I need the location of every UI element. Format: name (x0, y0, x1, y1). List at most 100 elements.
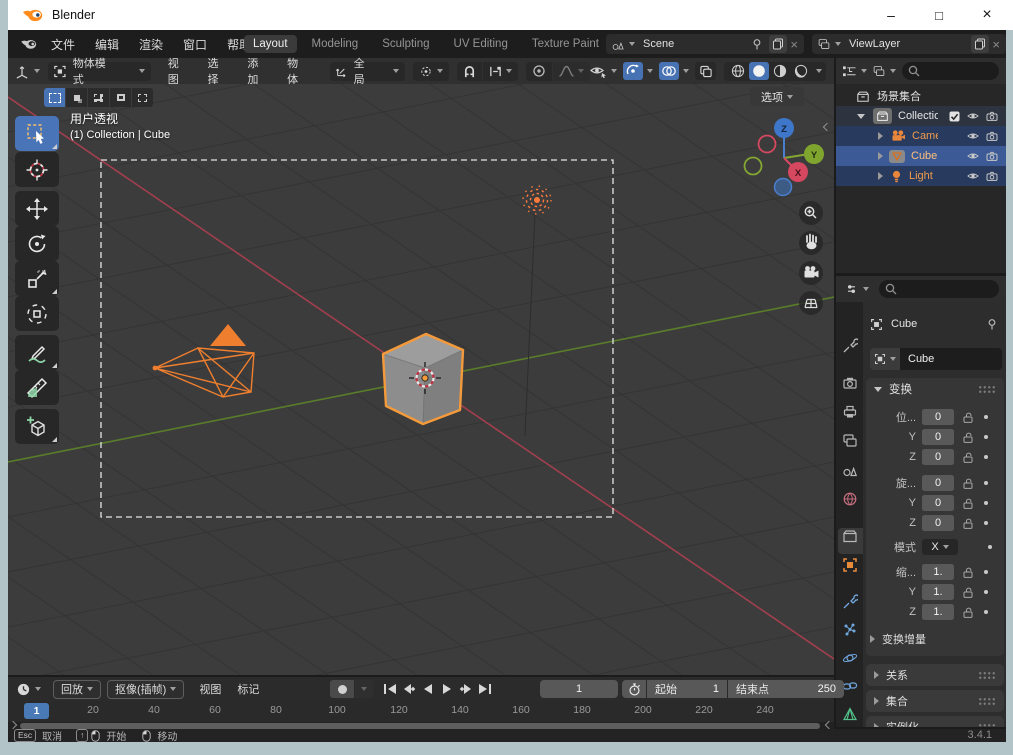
workspace-tab-modeling[interactable]: Modeling (303, 35, 368, 53)
perspective-toggle-button[interactable] (799, 291, 823, 315)
cube-hide-toggle[interactable] (967, 151, 979, 161)
tab-render[interactable] (842, 375, 858, 391)
tool-select-box[interactable] (15, 116, 59, 151)
menu-window[interactable]: 窗口 (178, 36, 212, 53)
select-mode-invert[interactable] (110, 88, 131, 107)
scale-y-field[interactable]: 1. (922, 584, 954, 600)
location-y-field[interactable]: 0 (922, 429, 954, 445)
scene-selector[interactable]: Scene × (606, 34, 804, 54)
lock-icon[interactable] (962, 477, 974, 489)
scale-x-field[interactable]: 1. (922, 564, 954, 580)
tab-scene[interactable] (842, 462, 858, 478)
timeline-menu-view[interactable]: 视图 (194, 681, 226, 697)
animate-dot-icon[interactable] (980, 451, 992, 463)
outliner-editor-type[interactable] (842, 65, 867, 78)
proportional-editing-toggle[interactable] (526, 61, 553, 81)
jump-to-end-button[interactable] (475, 680, 494, 698)
animate-dot-icon[interactable] (980, 517, 992, 529)
delta-transform-subpanel[interactable]: 变换增量 (870, 628, 1000, 650)
snap-toggle[interactable] (457, 61, 483, 81)
timeline-expand-right-arrow[interactable] (824, 720, 834, 730)
collection-row[interactable]: Collection (836, 106, 1006, 126)
lock-icon[interactable] (962, 431, 974, 443)
viewport-menu-object[interactable]: 物体 (282, 55, 312, 87)
gizmo-axis-neg-z[interactable] (773, 177, 793, 197)
mode-selector[interactable]: 物体模式 (48, 58, 151, 86)
outliner-row-camera[interactable]: Camera (836, 126, 1006, 146)
collection-expand-arrow[interactable] (857, 113, 865, 119)
instancing-panel[interactable]: 实例化 (866, 716, 1004, 727)
frame-end-field[interactable]: 结束点 250 (728, 680, 844, 698)
tab-constraints[interactable] (842, 678, 858, 694)
maximize-button[interactable]: □ (915, 8, 963, 23)
minimize-button[interactable]: – (867, 7, 915, 23)
animate-dot-icon[interactable] (980, 411, 992, 423)
select-mode-new[interactable] (44, 88, 65, 107)
unlink-scene-button[interactable]: × (790, 37, 798, 52)
pin-icon[interactable] (751, 38, 763, 50)
panel-drag-grip[interactable] (978, 723, 996, 727)
current-frame-field[interactable]: 1 (540, 680, 618, 698)
tab-object-data[interactable] (842, 706, 858, 722)
cube-render-toggle[interactable] (986, 151, 998, 161)
light-hide-toggle[interactable] (967, 171, 979, 181)
show-gizmo-visibility[interactable] (590, 65, 618, 78)
frame-start-field[interactable]: 起始 1 (647, 680, 727, 698)
rotation-y-field[interactable]: 0 (922, 495, 954, 511)
panel-drag-grip[interactable] (978, 671, 996, 679)
workspace-tab-layout[interactable]: Layout (244, 35, 297, 53)
panel-drag-grip[interactable] (978, 697, 996, 705)
menu-edit[interactable]: 编辑 (90, 36, 124, 53)
timeline-scrollbar[interactable] (20, 722, 820, 729)
pin-icon[interactable] (986, 318, 998, 330)
snap-settings[interactable] (483, 61, 519, 81)
properties-editor-type[interactable] (844, 282, 869, 296)
playback-menu[interactable]: 回放 (53, 679, 101, 699)
tool-add-cube[interactable] (15, 409, 59, 444)
panel-drag-grip[interactable] (978, 385, 996, 393)
tab-physics[interactable] (842, 650, 858, 666)
object-id-selector[interactable] (870, 348, 900, 370)
workspace-tab-sculpting[interactable]: Sculpting (373, 35, 438, 53)
rotation-mode-dropdown[interactable]: X (922, 539, 958, 555)
tab-output[interactable] (842, 404, 858, 420)
lock-icon[interactable] (962, 606, 974, 618)
properties-search[interactable] (879, 280, 999, 298)
light-expand-arrow[interactable] (878, 172, 883, 180)
tool-move[interactable] (15, 191, 59, 226)
camera-hide-toggle[interactable] (967, 131, 979, 141)
tool-scale[interactable] (15, 261, 59, 296)
lock-icon[interactable] (962, 451, 974, 463)
zoom-button[interactable] (799, 201, 823, 225)
tab-modifiers[interactable] (842, 594, 858, 610)
shading-rendered-button[interactable] (791, 62, 811, 80)
pan-button[interactable] (799, 231, 823, 255)
app-menu-icon[interactable] (20, 37, 38, 51)
playhead[interactable]: 1 (24, 703, 49, 719)
timeline-menu-marker[interactable]: 标记 (232, 681, 264, 697)
jump-to-start-button[interactable] (380, 680, 399, 698)
camera-render-toggle[interactable] (986, 131, 998, 141)
viewport-menu-select[interactable]: 选择 (203, 55, 233, 87)
viewport-menu-view[interactable]: 视图 (163, 55, 193, 87)
menu-render[interactable]: 渲染 (134, 36, 168, 53)
transform-panel-header[interactable]: 变换 (866, 378, 1004, 400)
cube-expand-arrow[interactable] (878, 152, 883, 160)
next-keyframe-button[interactable] (456, 680, 475, 698)
select-mode-intersect[interactable] (132, 88, 153, 107)
workspace-tab-texture-paint[interactable]: Texture Paint (523, 35, 608, 53)
proportional-falloff-selector[interactable] (553, 61, 591, 81)
rotation-z-field[interactable]: 0 (922, 515, 954, 531)
light-render-toggle[interactable] (986, 171, 998, 181)
object-name-field[interactable]: Cube (900, 348, 1002, 370)
outliner-row-light[interactable]: Light (836, 166, 1006, 186)
outliner-row-cube[interactable]: Cube (836, 146, 1006, 166)
tab-particles[interactable] (842, 622, 858, 638)
tool-rotate[interactable] (15, 226, 59, 261)
options-button[interactable]: 选项 (750, 87, 804, 106)
tab-collection[interactable] (842, 528, 858, 544)
workspace-tab-uv-editing[interactable]: UV Editing (445, 35, 517, 53)
lock-icon[interactable] (962, 586, 974, 598)
gizmo-axis-neg-y[interactable] (743, 156, 763, 176)
keying-set-dropdown[interactable] (355, 680, 373, 698)
